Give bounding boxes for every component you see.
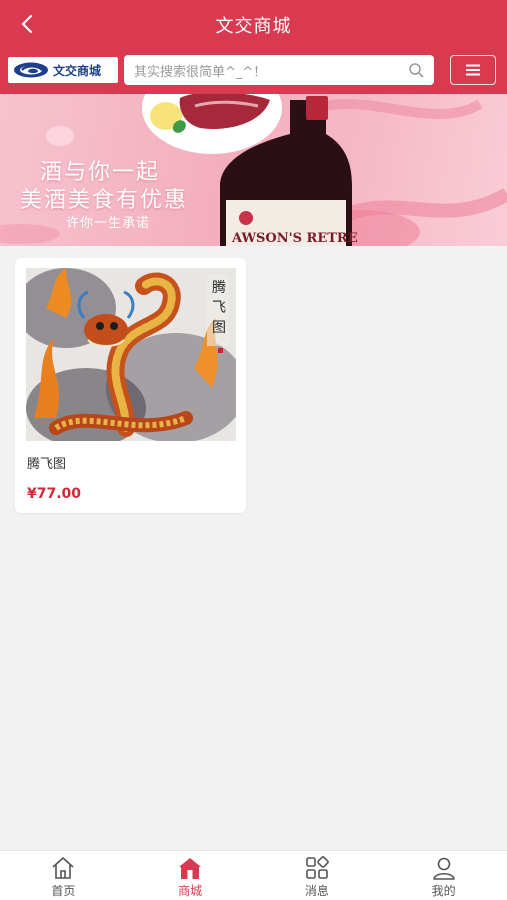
shop-icon (179, 858, 202, 879)
bottom-tab-bar: 首页 商城 消息 我的 (0, 850, 507, 900)
product-image[interactable]: 腾飞图 (26, 268, 236, 441)
tab-messages[interactable]: 消息 (254, 851, 381, 900)
page-title: 文交商城 (215, 16, 292, 37)
tab-profile[interactable]: 我的 (380, 851, 507, 900)
top-navigation-bar: 文交商城 (0, 0, 507, 48)
promo-banner[interactable]: AWSON'S RETRE 酒与你一起 美酒美食有优惠 许你一生承诺 (0, 94, 507, 246)
painting-inscription: 腾飞图 (212, 279, 226, 336)
tab-profile-label: 我的 (431, 884, 456, 898)
logo-text: 文交商城 (53, 63, 102, 78)
banner-tagline: 许你一生承诺 (66, 216, 151, 231)
tab-home[interactable]: 首页 (0, 851, 127, 900)
dragon-painting-image: 腾飞图 (26, 268, 236, 441)
menu-button[interactable] (450, 55, 496, 85)
tab-home-label: 首页 (51, 884, 76, 898)
banner-headline-2: 美酒美食有优惠 (20, 188, 189, 213)
menu-icon (466, 64, 480, 76)
bottle-label-text: AWSON'S RETRE (231, 231, 358, 246)
search-icon[interactable] (408, 62, 424, 78)
product-price: ¥77.00 (27, 486, 82, 502)
tab-shop-label: 商城 (178, 884, 203, 898)
tab-messages-label: 消息 (304, 884, 329, 898)
search-placeholder: 其实搜索很简单^_^！ (134, 64, 267, 80)
grid-icon (306, 856, 329, 879)
search-bar: 文交商城 其实搜索很简单^_^！ (0, 48, 507, 94)
tab-shop[interactable]: 商城 (127, 851, 254, 900)
logo-mark-icon (14, 62, 48, 78)
home-icon (52, 857, 74, 879)
product-card[interactable]: 腾飞图 腾飞图 ¥77.00 (15, 258, 246, 513)
product-name: 腾飞图 (27, 457, 67, 472)
store-logo[interactable]: 文交商城 (8, 57, 118, 83)
search-input[interactable]: 其实搜索很简单^_^！ (124, 55, 434, 85)
user-icon (432, 857, 455, 880)
